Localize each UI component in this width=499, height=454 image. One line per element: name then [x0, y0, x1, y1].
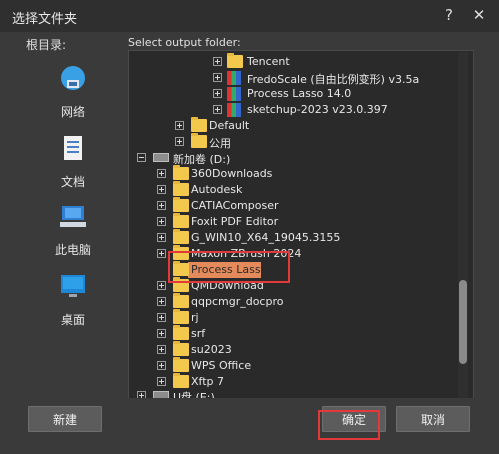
sidebar-item-desktop[interactable]: 桌面	[24, 270, 122, 328]
tree-row-label: 360Downloads	[191, 167, 273, 180]
sidebar-item-desktop-label: 桌面	[60, 313, 85, 327]
expand-icon[interactable]	[175, 121, 184, 130]
tree-row-label: sketchup-2023 v23.0.397	[247, 103, 388, 116]
folder-tree[interactable]: Tencent FredoScale (自由比例变形) v3.5a Proces…	[128, 50, 474, 400]
expand-icon[interactable]	[213, 105, 222, 114]
window-title: 选择文件夹	[12, 12, 78, 27]
folder-icon	[173, 197, 189, 212]
tree-row-label: 新加卷 (D:)	[173, 153, 231, 166]
expand-icon[interactable]	[213, 73, 222, 82]
folder-icon	[173, 229, 189, 244]
sidebar-item-network[interactable]: 网络	[24, 62, 122, 120]
tree-row-label: Foxit PDF Editor	[191, 215, 279, 228]
expand-icon[interactable]	[157, 361, 166, 370]
collapse-icon[interactable]	[137, 153, 146, 162]
tree-row-label: Default	[209, 119, 250, 132]
sidebar-item-this-pc[interactable]: 此电脑	[24, 200, 122, 258]
scrollbar-thumb[interactable]	[459, 280, 467, 364]
app-icon	[227, 103, 241, 117]
annotation-highlight	[168, 251, 290, 283]
sidebar-item-this-pc-label: 此电脑	[54, 243, 91, 257]
sidebar: 网络 文档 此电脑 桌面	[24, 50, 122, 394]
expand-icon[interactable]	[157, 185, 166, 194]
tree-row-label: G_WIN10_X64_19045.3155	[191, 231, 341, 244]
tree-row-label: qqpcmgr_docpro	[191, 295, 284, 308]
tree-row-label: srf	[191, 327, 206, 340]
sidebar-item-documents-label: 文档	[60, 175, 85, 189]
close-button[interactable]: ✕	[468, 4, 490, 26]
tree-row-label: Tencent	[247, 55, 290, 68]
tree-row-label: su2023	[191, 343, 232, 356]
folder-icon	[191, 117, 207, 132]
tree-row-label: Autodesk	[191, 183, 243, 196]
folder-icon	[173, 341, 189, 356]
expand-icon[interactable]	[157, 345, 166, 354]
folder-icon	[173, 165, 189, 180]
document-icon	[64, 136, 82, 160]
computer-icon	[60, 206, 86, 227]
expand-icon[interactable]	[157, 169, 166, 178]
folder-icon	[173, 373, 189, 388]
expand-icon[interactable]	[157, 377, 166, 386]
tree-row-label: Xftp 7	[191, 375, 225, 388]
title-bar: 选择文件夹 ? ✕	[0, 0, 499, 32]
folder-icon	[173, 293, 189, 308]
sidebar-item-documents[interactable]: 文档	[24, 132, 122, 190]
drive-icon	[153, 153, 169, 162]
expand-icon[interactable]	[157, 329, 166, 338]
tree-row-label: FredoScale (自由比例变形) v3.5a	[247, 73, 420, 86]
expand-icon[interactable]	[157, 217, 166, 226]
tree-row-label: Process Lasso 14.0	[247, 87, 352, 100]
tree-scrollbar[interactable]	[458, 52, 468, 398]
expand-icon[interactable]	[157, 297, 166, 306]
folder-icon	[191, 133, 207, 148]
expand-icon[interactable]	[157, 233, 166, 242]
cancel-button[interactable]: 取消	[396, 406, 470, 432]
expand-icon[interactable]	[175, 137, 184, 146]
folder-icon	[227, 53, 243, 68]
app-icon	[227, 71, 241, 85]
tree-row-label: rj	[191, 311, 199, 324]
folder-icon	[173, 213, 189, 228]
expand-icon[interactable]	[213, 57, 222, 66]
annotation-highlight-ok	[318, 410, 380, 440]
expand-icon[interactable]	[157, 249, 166, 258]
folder-icon	[173, 181, 189, 196]
expand-icon[interactable]	[157, 281, 166, 290]
tree-row-label: CATIAComposer	[191, 199, 279, 212]
expand-icon[interactable]	[213, 89, 222, 98]
desktop-icon	[61, 275, 85, 297]
folder-icon	[173, 309, 189, 324]
folder-icon	[173, 357, 189, 372]
folder-icon	[173, 325, 189, 340]
tree-row-label: WPS Office	[191, 359, 252, 372]
sidebar-item-network-label: 网络	[60, 105, 85, 119]
app-icon	[227, 87, 241, 101]
expand-icon[interactable]	[157, 201, 166, 210]
expand-icon[interactable]	[157, 313, 166, 322]
tree-row-label: 公用	[209, 137, 231, 150]
select-folder-label: Select output folder:	[128, 36, 241, 49]
help-button[interactable]: ?	[438, 4, 460, 26]
new-folder-button[interactable]: 新建	[28, 406, 102, 432]
network-icon	[61, 66, 85, 90]
